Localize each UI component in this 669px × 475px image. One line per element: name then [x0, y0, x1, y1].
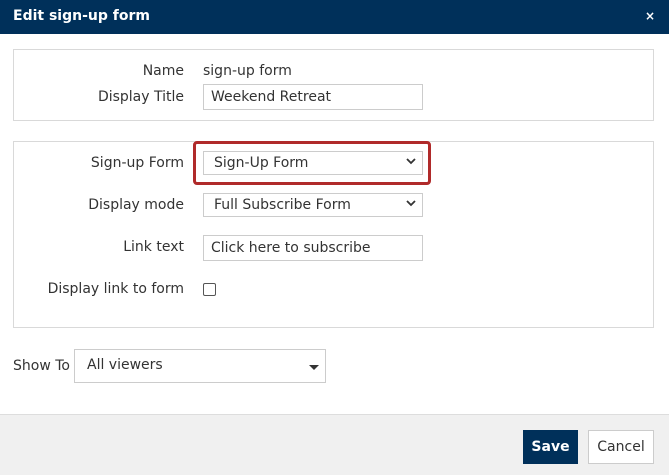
display-link-label: Display link to form	[47, 281, 184, 297]
link-text-input[interactable]: Click here to subscribe	[203, 235, 423, 261]
show-to-label: Show To	[13, 358, 70, 374]
display-mode-selected-value: Full Subscribe Form	[214, 197, 351, 213]
show-to-selected-value: All viewers	[87, 357, 163, 373]
caret-down-icon	[309, 365, 319, 370]
signup-form-highlight	[193, 141, 431, 185]
save-button[interactable]: Save	[523, 430, 578, 464]
show-to-select[interactable]: All viewers	[74, 349, 326, 383]
display-title-label: Display Title	[97, 89, 184, 105]
chevron-down-icon	[406, 200, 416, 207]
cancel-button[interactable]: Cancel	[588, 430, 654, 464]
link-text-label: Link text	[123, 239, 184, 255]
display-title-input[interactable]: Weekend Retreat	[203, 84, 423, 110]
signup-form-label: Sign-up Form	[90, 155, 184, 171]
display-mode-select[interactable]: Full Subscribe Form	[203, 193, 423, 217]
close-icon[interactable]: ×	[645, 9, 655, 23]
name-label: Name	[142, 63, 184, 79]
dialog-titlebar: Edit sign-up form ×	[0, 0, 669, 34]
display-mode-label: Display mode	[88, 197, 184, 213]
name-value: sign-up form	[203, 63, 292, 79]
dialog-title: Edit sign-up form	[13, 8, 150, 24]
display-link-checkbox[interactable]	[203, 283, 216, 296]
